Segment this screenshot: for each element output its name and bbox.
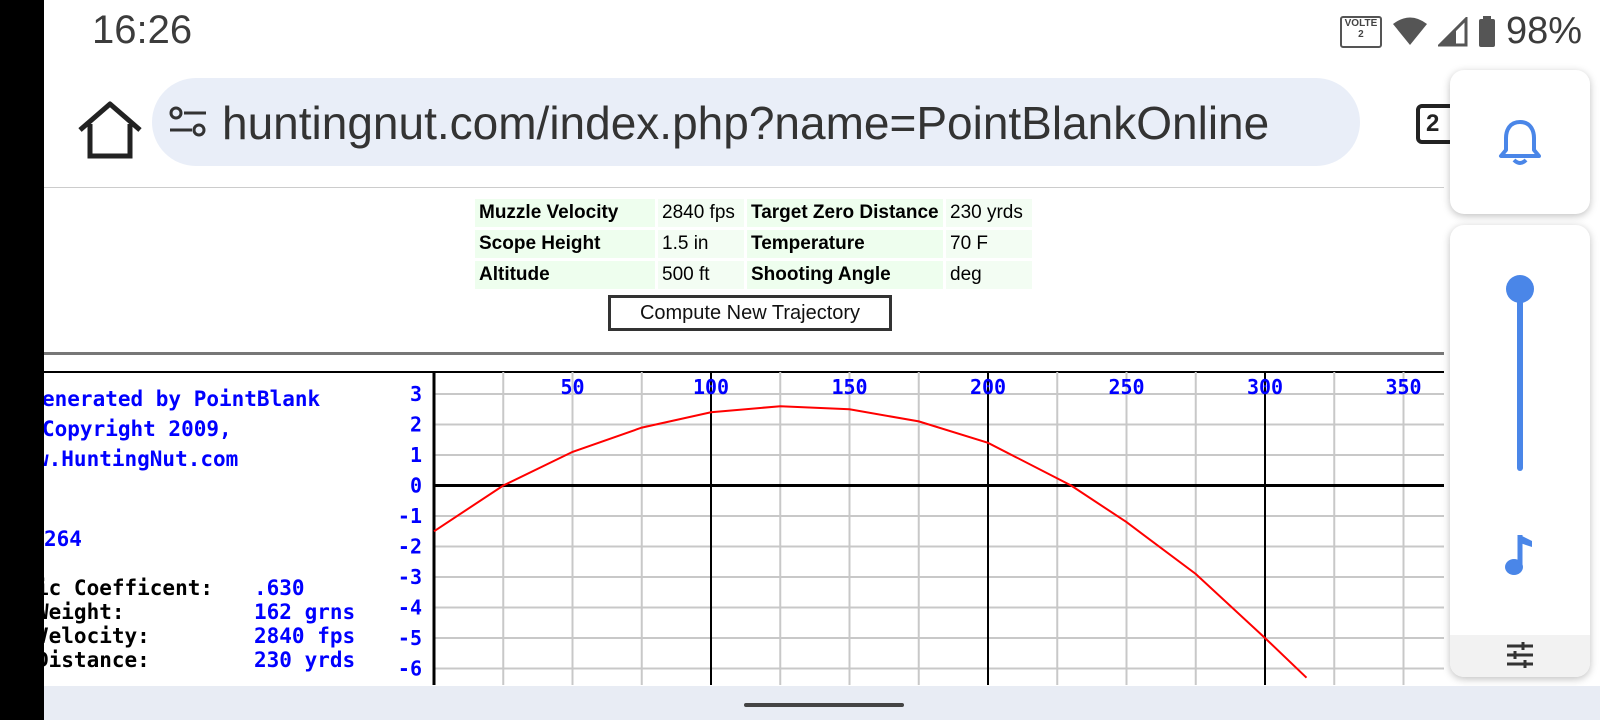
chart-detail-value: 230 yrds bbox=[254, 648, 355, 672]
x-tick-label: 350 bbox=[1385, 375, 1421, 399]
param-value: 70 F bbox=[946, 230, 1032, 258]
x-tick-label: 100 bbox=[693, 375, 729, 399]
volte-icon: VOLTE 2 bbox=[1339, 15, 1382, 48]
battery-icon bbox=[1478, 15, 1495, 47]
chart-detail-label: Weight: bbox=[44, 600, 125, 624]
navigation-bar bbox=[44, 686, 1600, 720]
wifi-icon bbox=[1392, 17, 1427, 45]
chart-detail-value: .630 bbox=[254, 576, 305, 600]
battery-percent: 98% bbox=[1505, 10, 1582, 52]
volume-panel bbox=[1450, 225, 1590, 677]
x-tick-label: 300 bbox=[1247, 375, 1283, 399]
table-row: Scope Height 1.5 in Temperature 70 F bbox=[475, 230, 1032, 258]
status-bar: 16:26 VOLTE 2 98% bbox=[44, 0, 1600, 64]
home-icon[interactable] bbox=[72, 100, 148, 160]
music-note-icon[interactable] bbox=[1504, 531, 1536, 579]
param-label: Target Zero Distance bbox=[747, 199, 943, 227]
chart-detail-label: ic Coefficent: bbox=[44, 576, 213, 600]
y-tick-label: -4 bbox=[398, 596, 422, 620]
table-row: Muzzle Velocity 2840 fps Target Zero Dis… bbox=[475, 199, 1032, 227]
param-label: Shooting Angle bbox=[747, 261, 943, 289]
y-tick-label: 1 bbox=[410, 443, 422, 467]
trajectory-line bbox=[433, 405, 1308, 679]
param-value: 230 yrds bbox=[946, 199, 1032, 227]
volume-slider[interactable] bbox=[1506, 275, 1534, 475]
chart-credit-line: Copyright 2009, bbox=[44, 417, 232, 441]
gesture-handle[interactable] bbox=[744, 703, 904, 707]
trajectory-chart: enerated by PointBlank Copyright 2009, w… bbox=[44, 370, 1444, 685]
site-settings-icon[interactable] bbox=[168, 104, 208, 140]
url-text[interactable]: huntingnut.com/index.php?name=PointBlank… bbox=[222, 96, 1269, 150]
volume-settings-bar bbox=[1450, 635, 1590, 677]
chart-detail-value: 2840 fps bbox=[254, 624, 355, 648]
y-tick-label: -5 bbox=[398, 626, 422, 650]
ringer-panel bbox=[1450, 70, 1590, 214]
chart-credit-line: enerated by PointBlank bbox=[44, 387, 321, 411]
cell-signal-icon bbox=[1437, 16, 1468, 46]
y-tick-label: -6 bbox=[398, 657, 422, 681]
status-icons: VOLTE 2 98% bbox=[1339, 10, 1582, 53]
chart-detail-label: Distance: bbox=[44, 648, 150, 672]
bell-icon[interactable] bbox=[1498, 118, 1542, 166]
parameters-table: Muzzle Velocity 2840 fps Target Zero Dis… bbox=[472, 196, 1035, 292]
chart-caliber: 264 bbox=[44, 527, 82, 551]
browser-toolbar: huntingnut.com/index.php?name=PointBlank… bbox=[44, 64, 1600, 188]
status-time: 16:26 bbox=[92, 8, 193, 52]
y-tick-label: 2 bbox=[410, 413, 422, 437]
section-divider bbox=[44, 352, 1444, 355]
left-bezel bbox=[0, 0, 44, 720]
param-value: deg bbox=[946, 261, 1032, 289]
param-label: Altitude bbox=[475, 261, 655, 289]
x-tick-label: 250 bbox=[1108, 375, 1144, 399]
y-tick-label: 3 bbox=[410, 382, 422, 406]
y-tick-label: -1 bbox=[398, 504, 422, 528]
trajectory-chart-svg: enerated by PointBlank Copyright 2009, w… bbox=[44, 371, 1444, 685]
param-value: 500 ft bbox=[658, 261, 744, 289]
y-tick-label: 0 bbox=[410, 474, 422, 498]
chart-credit-line: w.HuntingNut.com bbox=[44, 447, 238, 471]
volume-slider-thumb[interactable] bbox=[1506, 275, 1534, 303]
compute-trajectory-button[interactable]: Compute New Trajectory bbox=[608, 295, 892, 331]
param-value: 1.5 in bbox=[658, 230, 744, 258]
volume-slider-track bbox=[1517, 287, 1523, 471]
page-divider bbox=[44, 187, 1444, 188]
x-tick-label: 200 bbox=[970, 375, 1006, 399]
x-tick-label: 150 bbox=[831, 375, 867, 399]
param-label: Scope Height bbox=[475, 230, 655, 258]
y-tick-label: -2 bbox=[398, 535, 422, 559]
x-tick-label: 50 bbox=[560, 375, 584, 399]
y-tick-label: -3 bbox=[398, 565, 422, 589]
param-label: Temperature bbox=[747, 230, 943, 258]
param-value: 2840 fps bbox=[658, 199, 744, 227]
param-label: Muzzle Velocity bbox=[475, 199, 655, 227]
table-row: Altitude 500 ft Shooting Angle deg bbox=[475, 261, 1032, 289]
sliders-icon[interactable] bbox=[1505, 641, 1535, 669]
chart-detail-label: Velocity: bbox=[44, 624, 150, 648]
chart-detail-value: 162 grns bbox=[254, 600, 355, 624]
address-bar[interactable]: huntingnut.com/index.php?name=PointBlank… bbox=[152, 78, 1360, 166]
